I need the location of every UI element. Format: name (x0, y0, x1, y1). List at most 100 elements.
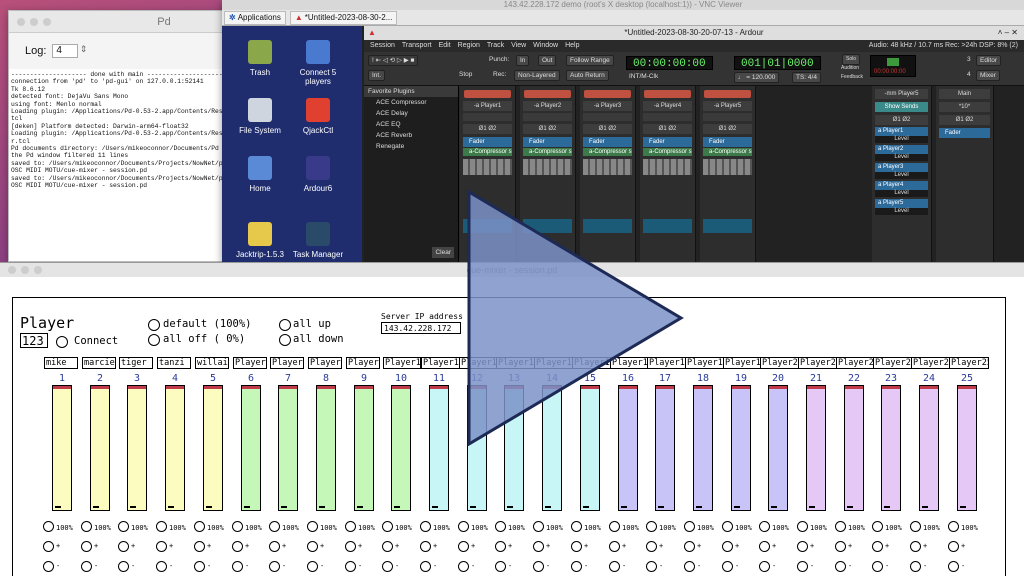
level-bang-minus[interactable] (609, 561, 620, 572)
int-button[interactable]: Int. (368, 70, 386, 81)
level-bang-100[interactable] (458, 521, 469, 532)
editor-button[interactable]: Editor (976, 55, 1001, 66)
plugin-item[interactable]: ACE EQ (364, 119, 458, 130)
volume-slider[interactable] (655, 385, 675, 511)
volume-slider[interactable] (806, 385, 826, 511)
desktop-icon-ardour6[interactable]: Ardour6 (288, 156, 348, 193)
level-bang-minus[interactable] (345, 561, 356, 572)
volume-slider[interactable] (957, 385, 977, 511)
level-bang-100[interactable] (420, 521, 431, 532)
slider-handle[interactable] (621, 506, 627, 508)
level-bang-plus[interactable] (835, 541, 846, 552)
level-bang-minus[interactable] (571, 561, 582, 572)
player-name-field[interactable]: Player21 (798, 357, 838, 369)
min-dot-icon[interactable] (30, 18, 38, 26)
send-level[interactable]: Level (875, 190, 928, 197)
fader-plugin[interactable]: Fader (523, 137, 572, 147)
level-bang-minus[interactable] (43, 561, 54, 572)
level-bang-plus[interactable] (156, 541, 167, 552)
player-name-field[interactable]: tanzi (157, 357, 191, 369)
desktop-icon-connect-5-players[interactable]: Connect 5 players (288, 40, 348, 86)
player-name-field[interactable]: willaim (195, 357, 229, 369)
slider-handle[interactable] (244, 506, 250, 508)
record-button[interactable] (464, 90, 511, 98)
phase-buttons[interactable]: Ø1 Ø2 (583, 124, 632, 134)
player-name-field[interactable]: Player10 (383, 357, 421, 369)
cue-mixer-title-bar[interactable]: cue-mixer - session.pd (0, 263, 1024, 277)
level-bang-minus[interactable] (948, 561, 959, 572)
volume-slider[interactable] (881, 385, 901, 511)
bus-send[interactable]: a Player3 (875, 163, 928, 172)
strip-name[interactable]: -a Player2 (523, 101, 572, 111)
volume-slider[interactable] (504, 385, 524, 511)
level-bang-plus[interactable] (43, 541, 54, 552)
volume-slider[interactable] (391, 385, 411, 511)
menu-window[interactable]: Window (533, 40, 558, 52)
menu-edit[interactable]: Edit (439, 40, 451, 52)
level-bang-plus[interactable] (646, 541, 657, 552)
level-bang-plus[interactable] (684, 541, 695, 552)
plugin-item[interactable]: Renegate (364, 141, 458, 152)
cue-window-controls[interactable] (8, 266, 42, 274)
level-bang-minus[interactable] (232, 561, 243, 572)
level-bang-100[interactable] (194, 521, 205, 532)
level-bang-plus[interactable] (533, 541, 544, 552)
level-bang-plus[interactable] (872, 541, 883, 552)
volume-slider[interactable] (90, 385, 110, 511)
panner[interactable] (463, 219, 512, 233)
player-name-field[interactable]: marcie (82, 357, 116, 369)
slider-handle[interactable] (545, 506, 551, 508)
desktop-icon-qjackctl[interactable]: QjackCtl (288, 98, 348, 135)
plugin-item[interactable]: ACE Delay (364, 108, 458, 119)
send-level[interactable]: Level (875, 154, 928, 161)
level-bang-plus[interactable] (797, 541, 808, 552)
level-bang-plus[interactable] (118, 541, 129, 552)
close-dot-icon[interactable] (8, 266, 16, 274)
punch-in-button[interactable]: In (516, 55, 530, 66)
level-bang-minus[interactable] (81, 561, 92, 572)
level-bang-minus[interactable] (382, 561, 393, 572)
level-bang-plus[interactable] (571, 541, 582, 552)
record-button[interactable] (704, 90, 751, 98)
slider-handle[interactable] (394, 506, 400, 508)
input-button[interactable] (463, 113, 512, 121)
player-name-field[interactable]: Player17 (647, 357, 687, 369)
level-bang-minus[interactable] (118, 561, 129, 572)
phase-buttons[interactable]: Ø1 Ø2 (523, 124, 572, 134)
bus-send[interactable]: a Player2 (875, 145, 928, 154)
all-down-bang[interactable] (279, 334, 291, 346)
level-bang-100[interactable] (307, 521, 318, 532)
phase-buttons[interactable]: Ø1 Ø2 (643, 124, 692, 134)
panner[interactable] (703, 219, 752, 233)
fader-plugin[interactable]: Fader (703, 137, 752, 147)
player-number-box[interactable]: 123 (20, 333, 48, 348)
menu-help[interactable]: Help (565, 40, 579, 52)
level-bang-100[interactable] (722, 521, 733, 532)
level-bang-plus[interactable] (722, 541, 733, 552)
level-bang-100[interactable] (646, 521, 657, 532)
level-bang-minus[interactable] (307, 561, 318, 572)
desktop-icon-trash[interactable]: Trash (230, 40, 290, 77)
main-fader-plugin[interactable]: Fader (939, 128, 990, 138)
volume-slider[interactable] (165, 385, 185, 511)
level-bang-plus[interactable] (948, 541, 959, 552)
player-name-field[interactable]: Player12 (459, 357, 499, 369)
slider-handle[interactable] (319, 506, 325, 508)
player-name-field[interactable]: Player20 (760, 357, 800, 369)
fader-plugin[interactable]: Fader (463, 137, 512, 147)
panner[interactable] (583, 219, 632, 233)
player-name-field[interactable]: Player11 (421, 357, 461, 369)
slider-handle[interactable] (432, 506, 438, 508)
level-bang-plus[interactable] (759, 541, 770, 552)
slider-handle[interactable] (206, 506, 212, 508)
plugin-item[interactable]: ACE Compressor (364, 97, 458, 108)
volume-slider[interactable] (203, 385, 223, 511)
player-name-field[interactable]: Player13 (496, 357, 536, 369)
ip-field[interactable]: 143.42.228.172 (381, 322, 461, 334)
menu-track[interactable]: Track (487, 40, 504, 52)
panner[interactable] (643, 219, 692, 233)
level-bang-minus[interactable] (684, 561, 695, 572)
level-bang-100[interactable] (684, 521, 695, 532)
player-name-field[interactable]: Player23 (873, 357, 913, 369)
time-signature[interactable]: TS: 4/4 (792, 72, 821, 83)
